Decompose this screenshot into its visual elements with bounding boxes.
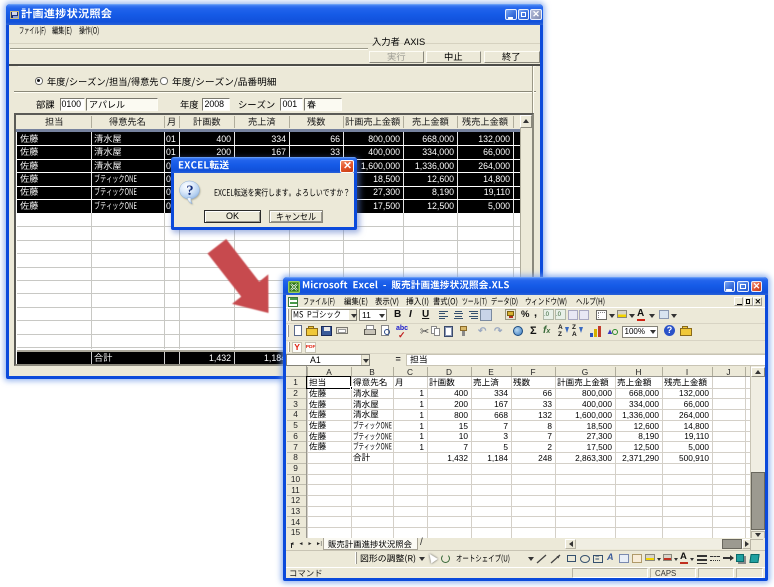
svg-text:?: ? — [186, 183, 193, 199]
